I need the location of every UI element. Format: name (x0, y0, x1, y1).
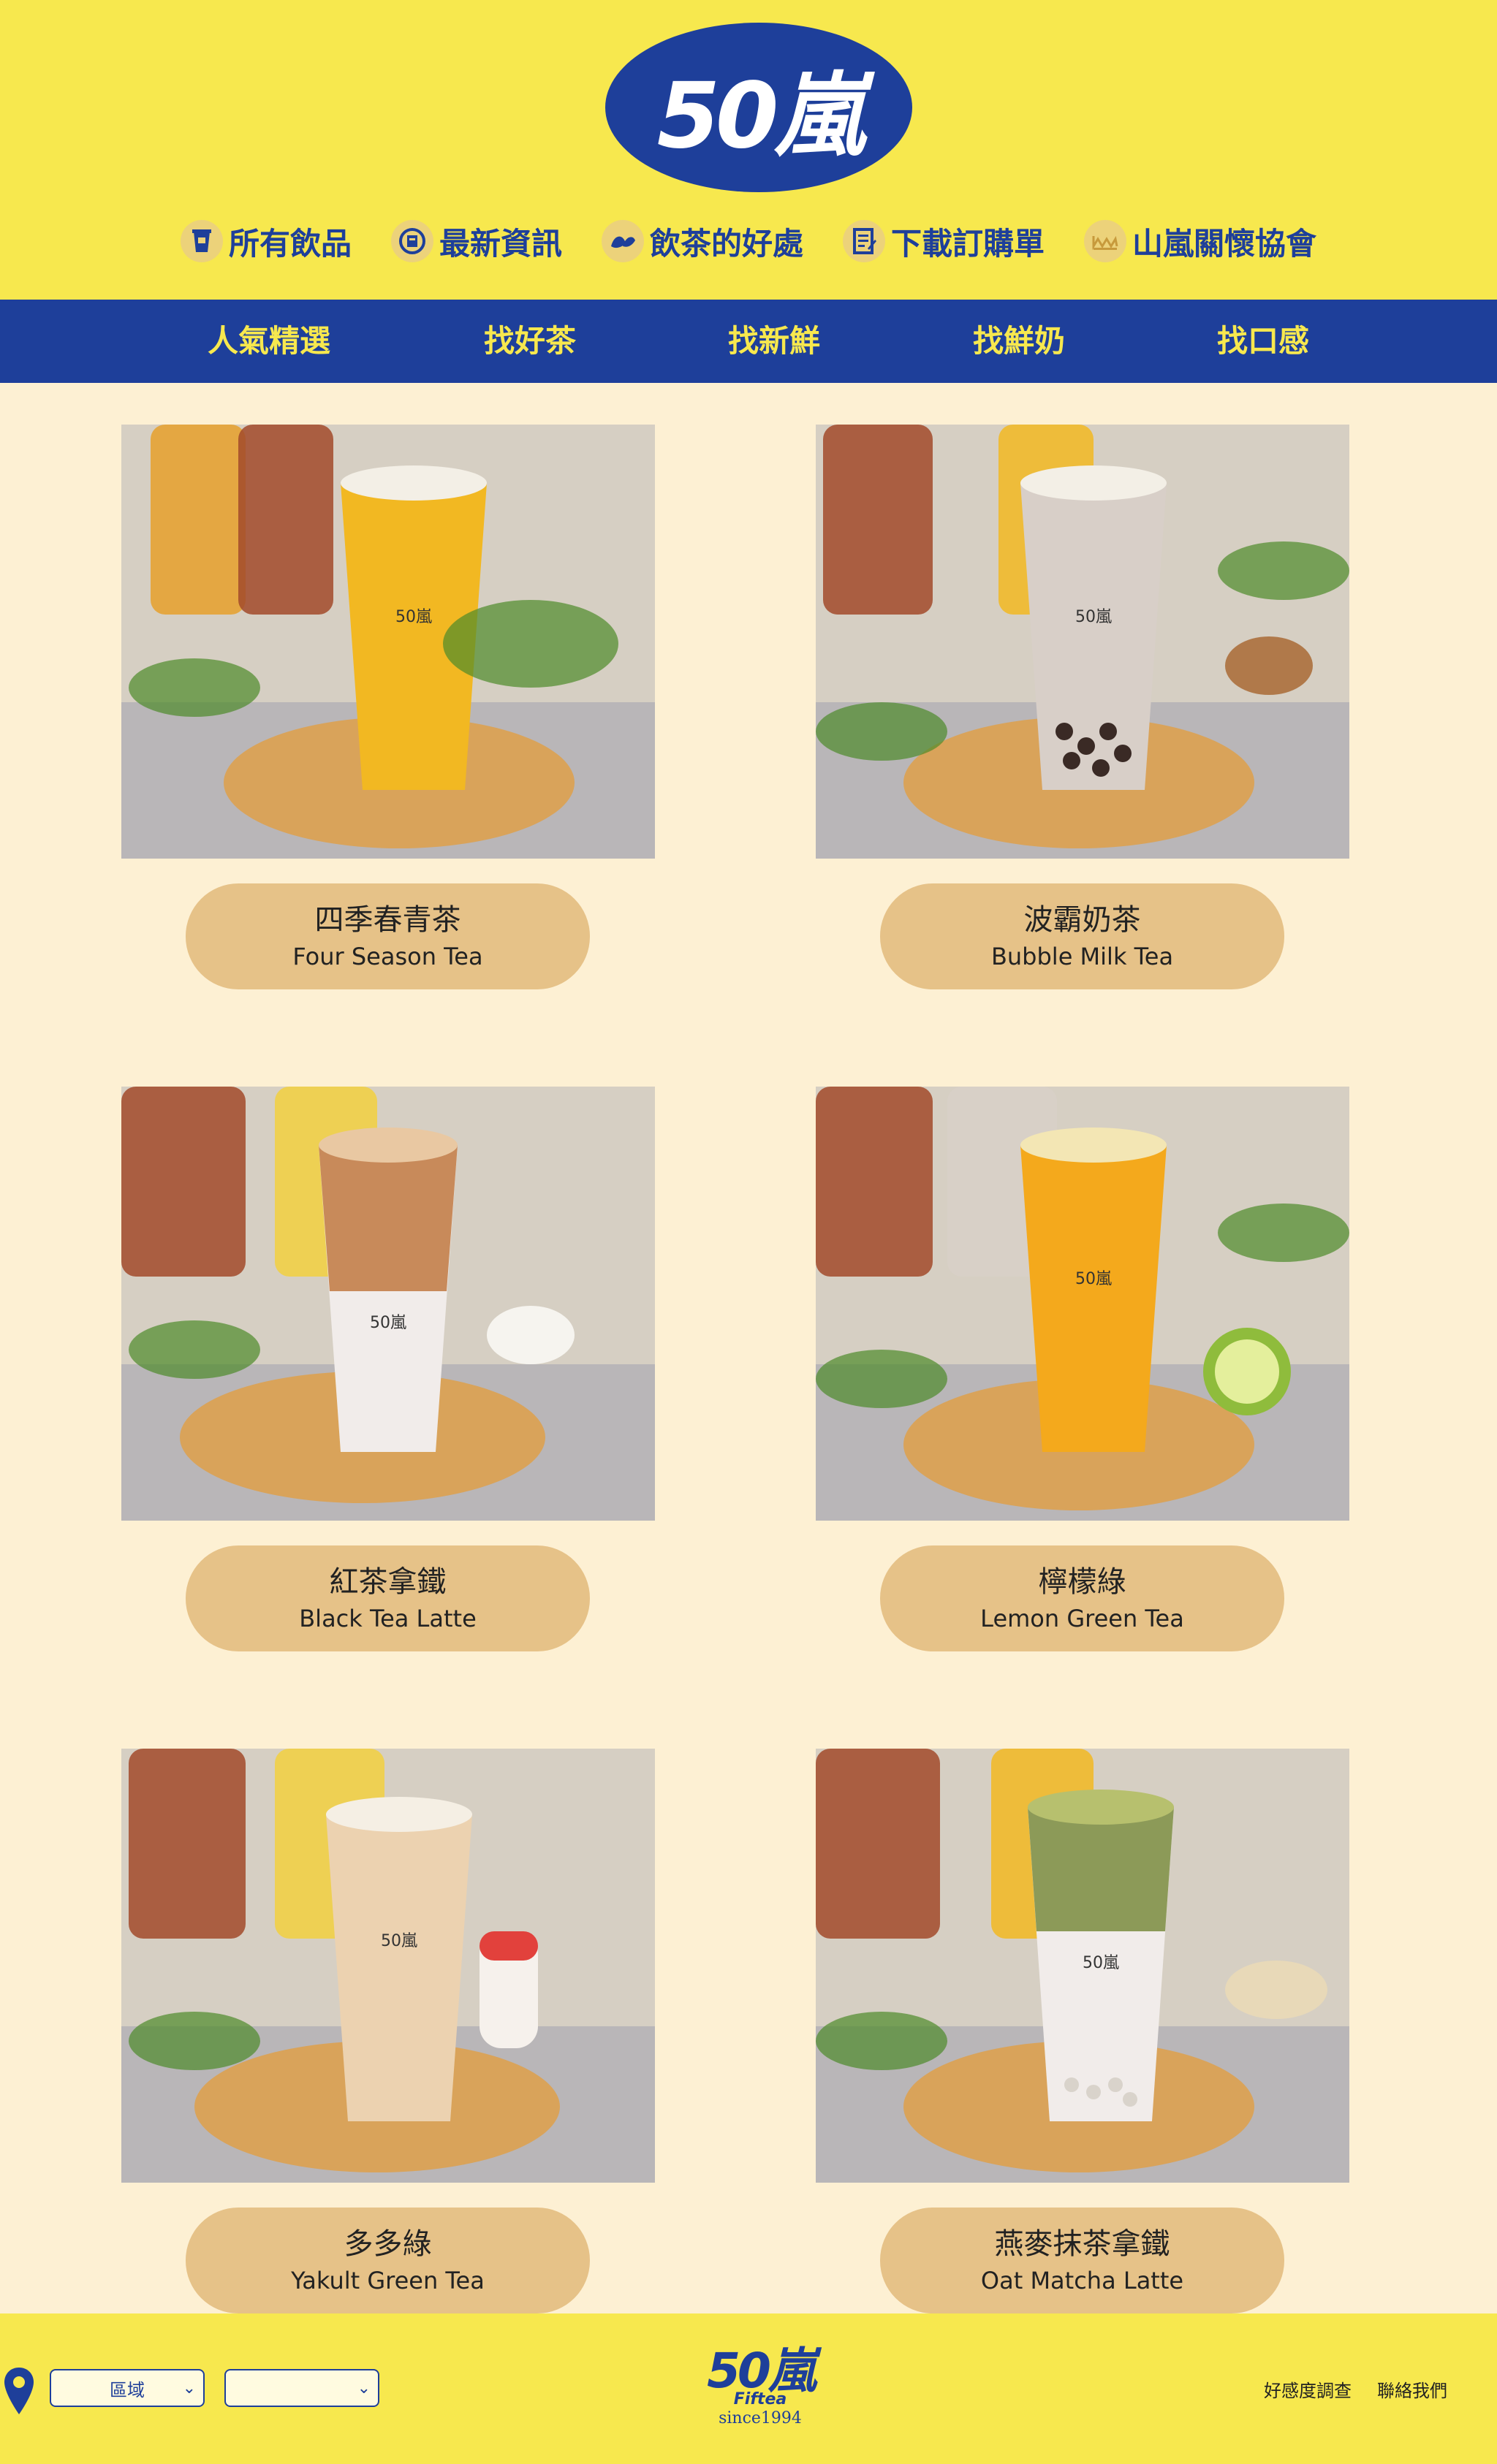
top-nav-item-all-drinks[interactable]: 所有飲品 (180, 219, 352, 264)
svg-text:50嵐: 50嵐 (381, 1932, 417, 1950)
product-label[interactable]: 多多綠 Yakult Green Tea (186, 2208, 590, 2313)
top-nav-label: 飲茶的好處 (649, 225, 803, 262)
product-name-en: Black Tea Latte (299, 1604, 477, 1632)
product-name-en: Oat Matcha Latte (980, 2266, 1184, 2294)
product-label[interactable]: 波霸奶茶 Bubble Milk Tea (880, 883, 1284, 989)
drink-photo: 50嵐 (121, 1087, 655, 1521)
product-name-zh: 四季春青茶 (314, 902, 461, 937)
top-nav-item-care-association[interactable]: 山嵐關懷協會 (1084, 219, 1316, 264)
product-name-zh: 燕麥抹茶拿鐵 (994, 2227, 1170, 2261)
top-nav-label: 山嵐關懷協會 (1132, 225, 1317, 262)
svg-text:50嵐: 50嵐 (395, 608, 432, 626)
product-image[interactable]: 50嵐 (121, 1749, 655, 2183)
product-name-zh: 紅茶拿鐵 (329, 1564, 447, 1599)
top-nav: 所有飲品 最新資訊 飲茶的好處 下載訂購單 山嵐關懷協會 (0, 212, 1497, 270)
top-nav-label: 下載訂購單 (891, 225, 1045, 262)
drink-photo: 50嵐 (816, 425, 1349, 859)
product-image[interactable]: 50嵐 (121, 425, 655, 859)
region-select-value: 區域 (110, 2379, 145, 2400)
footer-logo[interactable]: 50嵐 Fiftea since1994 (702, 2347, 819, 2457)
svg-text:50嵐: 50嵐 (1083, 1954, 1119, 1972)
chevron-down-icon: ⌄ (357, 2379, 371, 2398)
product-name-zh: 檸檬綠 (1038, 1564, 1126, 1599)
drink-photo: 50嵐 (121, 1749, 655, 2183)
product-label[interactable]: 四季春青茶 Four Season Tea (186, 883, 590, 989)
product-image[interactable]: 50嵐 (121, 1087, 655, 1521)
drink-photo: 50嵐 (121, 425, 655, 859)
product-image[interactable]: 50嵐 (816, 425, 1349, 859)
product-label[interactable]: 檸檬綠 Lemon Green Tea (880, 1545, 1284, 1651)
cup-icon (180, 220, 223, 262)
drink-photo: 50嵐 (816, 1087, 1349, 1521)
mountain-icon (1084, 220, 1127, 262)
category-tab-popular[interactable]: 人氣精選 (174, 300, 364, 383)
product-image[interactable]: 50嵐 (816, 1749, 1349, 2183)
svg-text:50嵐: 50嵐 (370, 1314, 406, 1332)
product-name-en: Bubble Milk Tea (990, 942, 1174, 970)
product-name-en: Yakult Green Tea (291, 2266, 485, 2294)
survey-link[interactable]: 好感度調查 (1264, 2376, 1352, 2402)
top-nav-item-news[interactable]: 最新資訊 (390, 219, 562, 264)
logo-text: 50嵐 (656, 64, 865, 169)
store-select[interactable]: ⌄ (224, 2369, 379, 2407)
product-name-zh: 多多綠 (344, 2227, 432, 2261)
footer-logo-main: 50嵐 (707, 2343, 816, 2399)
top-nav-item-tea-benefits[interactable]: 飲茶的好處 (601, 219, 803, 264)
category-tab-fresh[interactable]: 找新鮮 (679, 300, 869, 383)
site-footer: 區域 ⌄ ⌄ 50嵐 Fiftea since1994 好感度調查 聯絡我們 (0, 2313, 1497, 2464)
category-tab-good-tea[interactable]: 找好茶 (435, 300, 625, 383)
product-name-en: Lemon Green Tea (980, 1604, 1184, 1632)
footer-logo-since: since1994 (719, 2409, 802, 2427)
leaf-icon (601, 220, 644, 262)
top-nav-label: 最新資訊 (439, 225, 562, 262)
product-name-en: Four Season Tea (292, 942, 483, 970)
brand-logo[interactable]: 50嵐 (605, 23, 912, 192)
product-name-zh: 波霸奶茶 (1023, 902, 1141, 937)
category-tab-fresh-milk[interactable]: 找鮮奶 (924, 300, 1114, 383)
location-pin-icon (4, 2368, 34, 2414)
news-icon (390, 220, 433, 262)
product-label[interactable]: 燕麥抹茶拿鐵 Oat Matcha Latte (880, 2208, 1284, 2313)
top-nav-item-order-form[interactable]: 下載訂購單 (843, 219, 1045, 264)
category-bar: 人氣精選 找好茶 找新鮮 找鮮奶 找口感 (0, 300, 1497, 383)
chevron-down-icon: ⌄ (182, 2379, 196, 2398)
site-header: 50嵐 所有飲品 最新資訊 飲茶的好處 下載訂購單 山嵐關懷協會 (0, 0, 1497, 300)
product-label[interactable]: 紅茶拿鐵 Black Tea Latte (186, 1545, 590, 1651)
contact-link[interactable]: 聯絡我們 (1377, 2376, 1447, 2402)
category-tab-texture[interactable]: 找口感 (1168, 300, 1358, 383)
product-image[interactable]: 50嵐 (816, 1087, 1349, 1521)
svg-text:50嵐: 50嵐 (1075, 608, 1112, 626)
top-nav-label: 所有飲品 (228, 225, 352, 262)
region-select[interactable]: 區域 ⌄ (50, 2369, 205, 2407)
svg-text:50嵐: 50嵐 (1075, 1270, 1112, 1288)
drink-photo: 50嵐 (816, 1749, 1349, 2183)
form-icon (843, 220, 885, 262)
